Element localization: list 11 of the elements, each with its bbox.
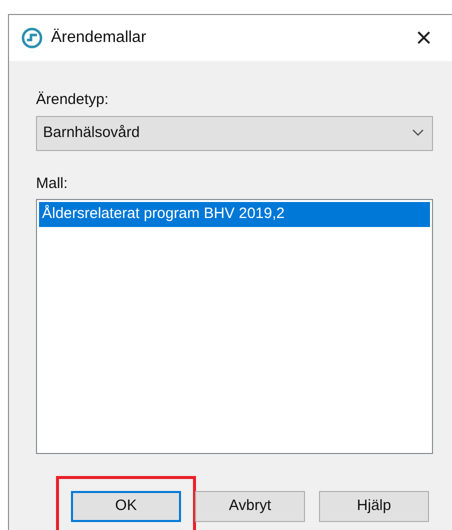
dialog-button[interactable]: Avbryt xyxy=(195,491,305,522)
close-button[interactable]: × xyxy=(408,24,440,52)
app-logo-icon xyxy=(21,27,43,49)
dialog-button[interactable]: Hjälp xyxy=(319,491,429,522)
window-title: Ärendemallar xyxy=(51,28,146,48)
field-label: Mall: xyxy=(36,174,69,194)
dialog-button[interactable]: OK xyxy=(71,491,181,522)
field-label: Ärendetyp: xyxy=(36,90,110,110)
case-type-dropdown[interactable]: Barnhälsovård xyxy=(36,116,433,150)
list-item[interactable]: Åldersrelaterat program BHV 2019,2 xyxy=(39,202,430,226)
chevron-down-icon xyxy=(412,129,424,137)
